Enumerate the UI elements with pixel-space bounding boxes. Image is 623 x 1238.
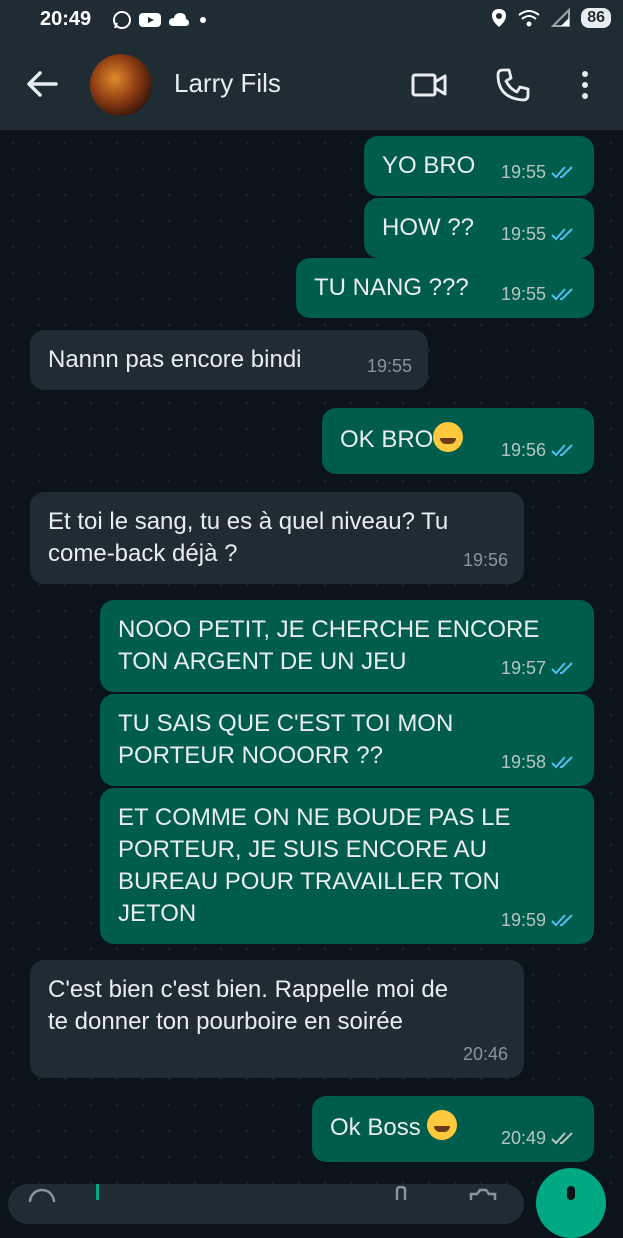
message-meta: 20:49 (501, 1122, 578, 1154)
double-check-read-icon (551, 444, 573, 457)
voice-call-icon[interactable] (494, 66, 532, 104)
message-time: 19:55 (500, 224, 546, 244)
message-incoming[interactable]: Et toi le sang, tu es à quel niveau? Tu … (30, 492, 524, 584)
youtube-icon (139, 13, 161, 27)
message-text: ET COMME ON NE BOUDE PAS LE (118, 804, 511, 831)
microphone-button[interactable] (536, 1168, 606, 1238)
message-meta: 19:55 (367, 350, 412, 382)
message-meta: 19:57 (501, 652, 578, 684)
message-meta: 20:46 (463, 1038, 508, 1070)
camera-icon[interactable] (468, 1188, 498, 1200)
message-text: Et toi le sang, tu es à quel niveau? Tu (48, 508, 449, 535)
status-bar: 20:49 86 (0, 0, 623, 40)
chat-header: Larry Fils (0, 40, 623, 130)
back-arrow-icon[interactable] (24, 66, 60, 102)
double-check-read-icon (551, 228, 573, 241)
message-meta: 19:55 (501, 218, 578, 250)
whatsapp-icon (113, 11, 131, 29)
double-check-read-icon (551, 756, 573, 769)
message-time: 19:56 (500, 440, 546, 460)
chat-area[interactable]: YO BRO 19:55 HOW ?? 19:55 TU NANG ??? 19… (0, 130, 623, 1200)
message-text: Nannn pas encore bindi (48, 346, 302, 373)
message-meta: 19:55 (501, 156, 578, 188)
status-time: 20:49 (40, 8, 92, 30)
message-text: BUREAU POUR TRAVAILLER TON (118, 868, 500, 895)
double-check-read-icon (551, 166, 573, 179)
message-text: OK BRO (340, 426, 434, 453)
message-outgoing[interactable]: YO BRO 19:55 (364, 136, 594, 196)
location-icon (492, 9, 507, 27)
rolling-on-floor-laughing-emoji-icon (433, 422, 464, 452)
message-time: 19:55 (366, 356, 412, 376)
message-meta: 19:56 (463, 544, 508, 576)
message-time: 19:59 (500, 910, 546, 930)
text-cursor (96, 1184, 99, 1200)
message-outgoing[interactable]: Ok Boss 20:49 (312, 1096, 594, 1162)
signal-icon (551, 8, 571, 27)
more-options-icon[interactable] (566, 66, 604, 104)
message-time: 19:57 (500, 658, 546, 678)
double-check-delivered-icon (551, 1132, 573, 1145)
message-meta: 19:58 (501, 746, 578, 778)
message-text: Ok Boss (330, 1114, 421, 1141)
cloud-icon (169, 13, 189, 26)
message-text: TU SAIS QUE C'EST TOI MON (118, 710, 454, 737)
message-meta: 19:59 (501, 904, 578, 936)
video-call-icon[interactable] (410, 66, 448, 104)
notification-icons (112, 10, 210, 30)
message-incoming[interactable]: Nannn pas encore bindi 19:55 (30, 330, 428, 390)
message-text: C'est bien c'est bien. Rappelle moi de (48, 976, 449, 1003)
attach-icon[interactable] (392, 1186, 410, 1200)
message-text: NOOO PETIT, JE CHERCHE ENCORE (118, 616, 540, 643)
microphone-icon (567, 1186, 575, 1200)
battery-level: 86 (581, 8, 611, 28)
message-time: 19:56 (462, 550, 508, 570)
message-outgoing[interactable]: OK BRO 19:56 (322, 408, 594, 474)
contact-name[interactable]: Larry Fils (174, 68, 281, 99)
message-time: 19:55 (500, 162, 546, 182)
message-outgoing[interactable]: NOOO PETIT, JE CHERCHE ENCORE TON ARGENT… (100, 600, 594, 692)
message-outgoing[interactable]: HOW ?? 19:55 (364, 198, 594, 258)
message-time: 19:55 (500, 284, 546, 304)
double-check-read-icon (551, 662, 573, 675)
contact-avatar[interactable] (90, 54, 152, 116)
message-input-bar[interactable] (8, 1184, 524, 1224)
system-icons: 86 (491, 8, 611, 28)
message-text: PORTEUR, JE SUIS ENCORE AU (118, 836, 487, 863)
message-time: 19:58 (500, 752, 546, 772)
message-text: come-back déjà ? (48, 540, 238, 567)
message-text: te donner ton pourboire en soirée (48, 1008, 403, 1035)
saluting-face-emoji-icon (427, 1110, 458, 1140)
message-time: 20:49 (500, 1128, 546, 1148)
dot-icon (200, 17, 206, 23)
double-check-read-icon (551, 914, 573, 927)
message-incoming[interactable]: C'est bien c'est bien. Rappelle moi de t… (30, 960, 524, 1078)
message-time: 20:46 (462, 1044, 508, 1064)
message-outgoing[interactable]: TU SAIS QUE C'EST TOI MON PORTEUR NOOORR… (100, 694, 594, 786)
wifi-6-icon (518, 10, 540, 27)
message-meta: 19:55 (501, 278, 578, 310)
double-check-read-icon (551, 288, 573, 301)
message-outgoing[interactable]: TU NANG ??? 19:55 (296, 258, 594, 318)
message-meta: 19:56 (501, 434, 578, 466)
message-outgoing[interactable]: ET COMME ON NE BOUDE PAS LE PORTEUR, JE … (100, 788, 594, 944)
